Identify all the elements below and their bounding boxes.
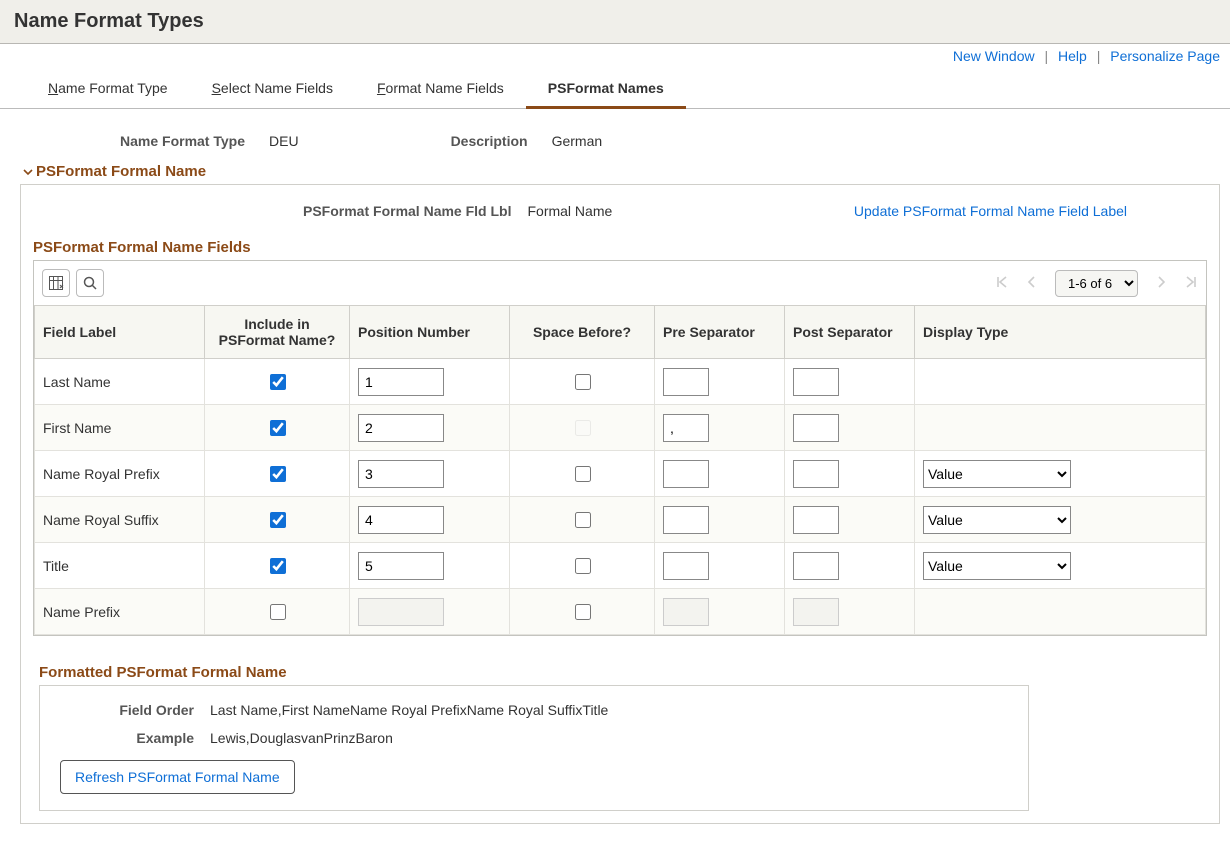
cell-field-label: Last Name (35, 359, 205, 405)
post-separator-input[interactable] (793, 460, 839, 488)
position-input (358, 598, 444, 626)
field-order-label: Field Order (60, 702, 210, 718)
refresh-button[interactable]: Refresh PSFormat Formal Name (60, 760, 295, 794)
link-separator: | (1091, 48, 1107, 64)
link-separator: | (1039, 48, 1055, 64)
cell-field-label: Name Royal Suffix (35, 497, 205, 543)
pre-separator-input[interactable] (663, 506, 709, 534)
page-title: Name Format Types (14, 10, 1216, 33)
tab-bar: Name Format TypeSelect Name FieldsFormat… (0, 68, 1230, 109)
example-value: Lewis,DouglasvanPrinzBaron (210, 730, 393, 746)
cell-field-label: First Name (35, 405, 205, 451)
top-links-bar: New Window | Help | Personalize Page (0, 44, 1230, 64)
col-position[interactable]: Position Number (350, 306, 510, 359)
position-input[interactable] (358, 552, 444, 580)
include-checkbox[interactable] (270, 374, 286, 390)
example-label: Example (60, 730, 210, 746)
table-row: Name Royal Suffix Value (35, 497, 1206, 543)
include-checkbox[interactable] (270, 420, 286, 436)
space-before-checkbox[interactable] (575, 512, 591, 528)
update-field-label-link[interactable]: Update PSFormat Formal Name Field Label (854, 203, 1127, 219)
name-format-type-value: DEU (269, 133, 299, 149)
include-checkbox[interactable] (270, 604, 286, 620)
space-before-checkbox[interactable] (575, 604, 591, 620)
fld-lbl-value: Formal Name (527, 203, 612, 219)
pre-separator-input[interactable] (663, 414, 709, 442)
tab-0[interactable]: Name Format Type (26, 68, 190, 108)
post-separator-input[interactable] (793, 552, 839, 580)
post-separator-input[interactable] (793, 414, 839, 442)
col-pre-separator[interactable]: Pre Separator (655, 306, 785, 359)
include-checkbox[interactable] (270, 466, 286, 482)
space-before-checkbox (575, 420, 591, 436)
description-label: Description (451, 133, 528, 149)
last-page-icon[interactable] (1184, 275, 1198, 292)
post-separator-input[interactable] (793, 368, 839, 396)
post-separator-input (793, 598, 839, 626)
position-input[interactable] (358, 414, 444, 442)
table-row: First Name (35, 405, 1206, 451)
post-separator-input[interactable] (793, 506, 839, 534)
pre-separator-input[interactable] (663, 552, 709, 580)
pre-separator-input[interactable] (663, 460, 709, 488)
tab-1[interactable]: Select Name Fields (190, 68, 355, 108)
cell-field-label: Title (35, 543, 205, 589)
pre-separator-input (663, 598, 709, 626)
name-format-type-label: Name Format Type (120, 133, 245, 149)
chevron-down-icon (20, 166, 36, 178)
col-field-label[interactable]: Field Label (35, 306, 205, 359)
position-input[interactable] (358, 368, 444, 396)
help-link[interactable]: Help (1058, 48, 1087, 64)
table-row: Name Royal Prefix Value (35, 451, 1206, 497)
search-icon[interactable] (76, 269, 104, 297)
display-type-select[interactable]: Value (923, 460, 1071, 488)
tab-2[interactable]: Format Name Fields (355, 68, 526, 108)
col-space-before[interactable]: Space Before? (510, 306, 655, 359)
first-page-icon[interactable] (995, 275, 1009, 292)
new-window-link[interactable]: New Window (953, 48, 1035, 64)
table-row: Name Prefix (35, 589, 1206, 635)
display-type-select[interactable]: Value (923, 506, 1071, 534)
position-input[interactable] (358, 460, 444, 488)
space-before-checkbox[interactable] (575, 558, 591, 574)
col-display-type[interactable]: Display Type (915, 306, 1206, 359)
pre-separator-input[interactable] (663, 368, 709, 396)
pager-range-select[interactable]: 1-6 of 6 (1055, 270, 1138, 297)
table-row: Last Name (35, 359, 1206, 405)
next-page-icon[interactable] (1154, 275, 1168, 292)
grid-settings-icon[interactable] (42, 269, 70, 297)
position-input[interactable] (358, 506, 444, 534)
psformat-formal-name-section-header[interactable]: PSFormat Formal Name (20, 159, 1220, 184)
field-order-value: Last Name,First NameName Royal PrefixNam… (210, 702, 608, 718)
space-before-checkbox[interactable] (575, 374, 591, 390)
cell-field-label: Name Royal Prefix (35, 451, 205, 497)
include-checkbox[interactable] (270, 512, 286, 528)
psformat-fields-grid: Field Label Include in PSFormat Name? Po… (34, 305, 1206, 635)
col-include[interactable]: Include in PSFormat Name? (205, 306, 350, 359)
space-before-checkbox[interactable] (575, 466, 591, 482)
tab-3[interactable]: PSFormat Names (526, 68, 686, 108)
table-row: Title Value (35, 543, 1206, 589)
grid-title: PSFormat Formal Name Fields (33, 239, 1207, 260)
fld-lbl-label: PSFormat Formal Name Fld Lbl (33, 203, 511, 219)
cell-field-label: Name Prefix (35, 589, 205, 635)
personalize-page-link[interactable]: Personalize Page (1110, 48, 1220, 64)
display-type-select[interactable]: Value (923, 552, 1071, 580)
prev-page-icon[interactable] (1025, 275, 1039, 292)
formatted-section-title: Formatted PSFormat Formal Name (39, 664, 1201, 685)
col-post-separator[interactable]: Post Separator (785, 306, 915, 359)
include-checkbox[interactable] (270, 558, 286, 574)
description-value: German (552, 133, 603, 149)
